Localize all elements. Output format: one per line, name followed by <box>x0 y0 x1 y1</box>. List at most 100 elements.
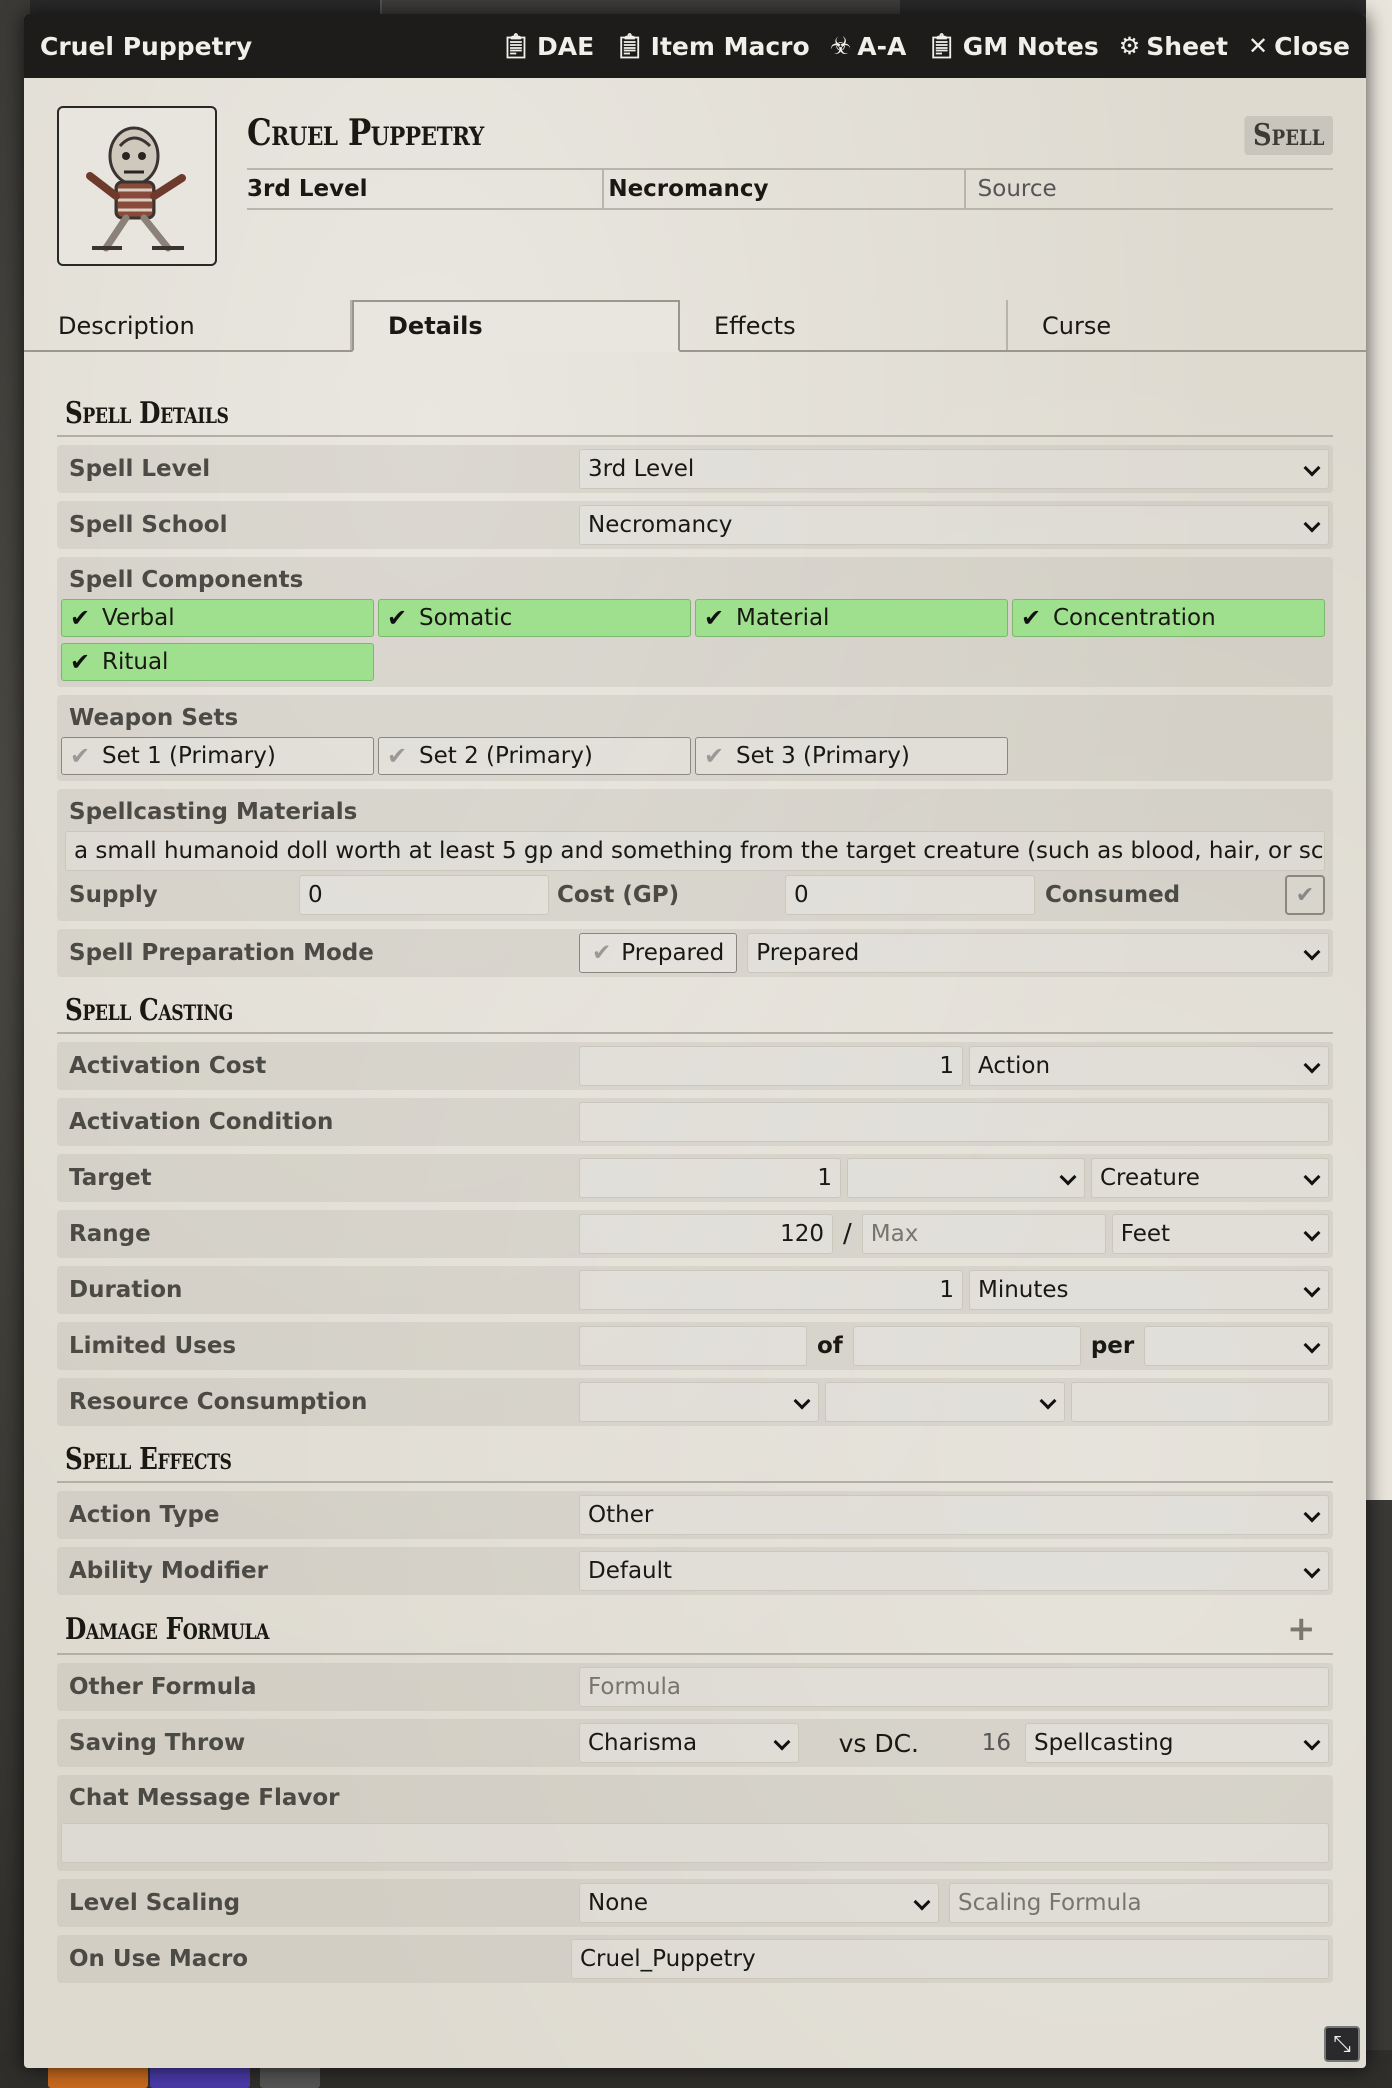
component-concentration-toggle[interactable]: ✔ Concentration <box>1012 599 1325 637</box>
spell-school-select[interactable]: Necromancy <box>579 505 1329 545</box>
activation-cost-label: Activation Cost <box>69 1053 267 1079</box>
tab-effects[interactable]: Effects <box>680 300 1008 350</box>
component-ritual-toggle[interactable]: ✔ Ritual <box>61 643 374 681</box>
range-value-input[interactable]: 120 <box>579 1214 833 1254</box>
saving-throw-ability-select[interactable]: Charisma <box>579 1723 799 1763</box>
a-a-button[interactable]: ☣ A-A <box>830 32 907 61</box>
target-units-select[interactable] <box>847 1158 1085 1198</box>
gm-notes-label: GM Notes <box>962 31 1099 61</box>
range-units-select[interactable]: Feet <box>1111 1214 1329 1254</box>
target-type-select[interactable]: Creature <box>1091 1158 1329 1198</box>
resize-handle[interactable]: ⤡ <box>1324 2026 1360 2062</box>
check-icon: ✔ <box>387 742 408 770</box>
chip-label: Ritual <box>102 649 169 675</box>
check-icon: ✔ <box>704 742 725 770</box>
item-sheet-window: Cruel Puppetry 📋︎ DAE 📋︎ Item Macro ☣ A-A 📋… <box>24 14 1366 2068</box>
close-button[interactable]: ✕ Close <box>1248 32 1350 61</box>
tab-details[interactable]: Details <box>352 300 680 352</box>
scaling-formula-input[interactable]: Scaling Formula <box>949 1883 1329 1923</box>
supply-input[interactable]: 0 <box>299 875 549 915</box>
dc-scaling-select[interactable]: Spellcasting <box>1025 1723 1329 1763</box>
tab-curse[interactable]: Curse <box>1008 300 1336 350</box>
range-max-input[interactable]: Max <box>861 1214 1106 1254</box>
duration-units-select[interactable]: Minutes <box>969 1270 1329 1310</box>
weapon-sets-label: Weapon Sets <box>69 705 239 731</box>
source-field[interactable]: Source <box>963 170 1333 208</box>
duration-value-input[interactable]: 1 <box>579 1270 963 1310</box>
uses-max-input[interactable] <box>852 1326 1081 1366</box>
materials-input[interactable]: a small humanoid doll worth at least 5 g… <box>65 831 1325 871</box>
resize-icon: ⤡ <box>1333 2031 1351 2057</box>
activation-condition-label: Activation Condition <box>69 1109 334 1135</box>
item-macro-button[interactable]: 📋︎ Item Macro <box>614 32 810 61</box>
chip-label: Set 3 (Primary) <box>736 743 910 769</box>
component-somatic-toggle[interactable]: ✔ Somatic <box>378 599 691 637</box>
chip-label: Verbal <box>102 605 175 631</box>
weapon-set-3-toggle[interactable]: ✔ Set 3 (Primary) <box>695 737 1008 775</box>
on-use-macro-input[interactable]: Cruel_Puppetry <box>571 1939 1329 1979</box>
check-icon: ✔ <box>704 604 725 632</box>
sheet-button[interactable]: ⚙ Sheet <box>1119 32 1228 61</box>
gm-notes-button[interactable]: 📋︎ GM Notes <box>926 32 1098 61</box>
close-icon: ✕ <box>1247 32 1269 60</box>
vs-dc-label: vs DC. <box>838 1728 919 1758</box>
prepared-toggle[interactable]: ✔ Prepared <box>579 933 738 973</box>
chat-flavor-block: Chat Message Flavor <box>57 1775 1333 1871</box>
uses-per-select[interactable] <box>1144 1326 1329 1366</box>
duration-label: Duration <box>69 1277 183 1303</box>
activation-cost-input[interactable]: 1 <box>579 1046 963 1086</box>
cost-input[interactable]: 0 <box>785 875 1035 915</box>
weapon-set-2-toggle[interactable]: ✔ Set 2 (Primary) <box>378 737 691 775</box>
ability-modifier-select[interactable]: Default <box>579 1551 1329 1591</box>
action-type-select[interactable]: Other <box>579 1495 1329 1535</box>
close-label: Close <box>1274 31 1350 61</box>
spell-details-heading: Spell Details <box>57 390 1333 437</box>
resource-target-select[interactable] <box>825 1382 1065 1422</box>
uses-value-input[interactable] <box>579 1326 807 1366</box>
dae-button[interactable]: 📋︎ DAE <box>501 32 595 61</box>
dae-label: DAE <box>537 31 595 61</box>
activation-type-select[interactable]: Action <box>969 1046 1329 1086</box>
chip-label: Somatic <box>419 605 513 631</box>
section-title: Spell Casting <box>65 993 233 1028</box>
ability-modifier-label: Ability Modifier <box>69 1558 268 1584</box>
summary-level: 3rd Level <box>247 176 368 202</box>
component-verbal-toggle[interactable]: ✔ Verbal <box>61 599 374 637</box>
target-row: Target 1 Creature <box>57 1154 1333 1202</box>
on-use-macro-row: On Use Macro Cruel_Puppetry <box>57 1935 1333 1983</box>
chat-flavor-input[interactable] <box>61 1823 1329 1863</box>
chip-label: Concentration <box>1053 605 1216 631</box>
summary-school: Necromancy <box>602 170 963 208</box>
item-portrait[interactable] <box>57 106 217 266</box>
prep-mode-select[interactable]: Prepared <box>747 933 1329 973</box>
range-row: Range 120 / Max Feet <box>57 1210 1333 1258</box>
resource-type-select[interactable] <box>579 1382 819 1422</box>
window-title: Cruel Puppetry <box>40 31 253 61</box>
target-label: Target <box>69 1165 152 1191</box>
materials-label: Spellcasting Materials <box>69 799 358 825</box>
target-value-input[interactable]: 1 <box>579 1158 841 1198</box>
chat-flavor-label: Chat Message Flavor <box>69 1785 340 1811</box>
tab-description[interactable]: Description <box>24 300 352 350</box>
dc-value-input[interactable]: 16 <box>919 1723 1019 1763</box>
component-material-toggle[interactable]: ✔ Material <box>695 599 1008 637</box>
window-titlebar[interactable]: Cruel Puppetry 📋︎ DAE 📋︎ Item Macro ☣ A-A 📋… <box>24 14 1366 78</box>
consumed-checkbox[interactable]: ✔ <box>1285 875 1325 915</box>
spell-level-select[interactable]: 3rd Level <box>579 449 1329 489</box>
spell-school-label: Spell School <box>69 512 228 538</box>
other-formula-row: Other Formula Formula <box>57 1663 1333 1711</box>
sheet-tabs: Description Details Effects Curse <box>24 300 1366 352</box>
check-icon: ✔ <box>70 604 91 632</box>
level-scaling-select[interactable]: None <box>579 1883 939 1923</box>
sheet-content: Cruel Puppetry Spell 3rd Level Necromanc… <box>24 78 1366 1983</box>
weapon-set-chips: ✔ Set 1 (Primary) ✔ Set 2 (Primary) ✔ Set 3… <box>61 737 1329 775</box>
resource-amount-input[interactable] <box>1071 1382 1329 1422</box>
activation-condition-input[interactable] <box>579 1102 1329 1142</box>
weapon-set-1-toggle[interactable]: ✔ Set 1 (Primary) <box>61 737 374 775</box>
cost-label: Cost (GP) <box>557 882 680 908</box>
other-formula-input[interactable]: Formula <box>579 1667 1329 1707</box>
materials-supply-row: Supply 0 Cost (GP) 0 Consumed ✔ <box>61 871 1329 915</box>
add-damage-button[interactable]: + <box>1287 1609 1316 1649</box>
chip-label: Set 2 (Primary) <box>419 743 593 769</box>
item-name[interactable]: Cruel Puppetry <box>247 106 1181 162</box>
